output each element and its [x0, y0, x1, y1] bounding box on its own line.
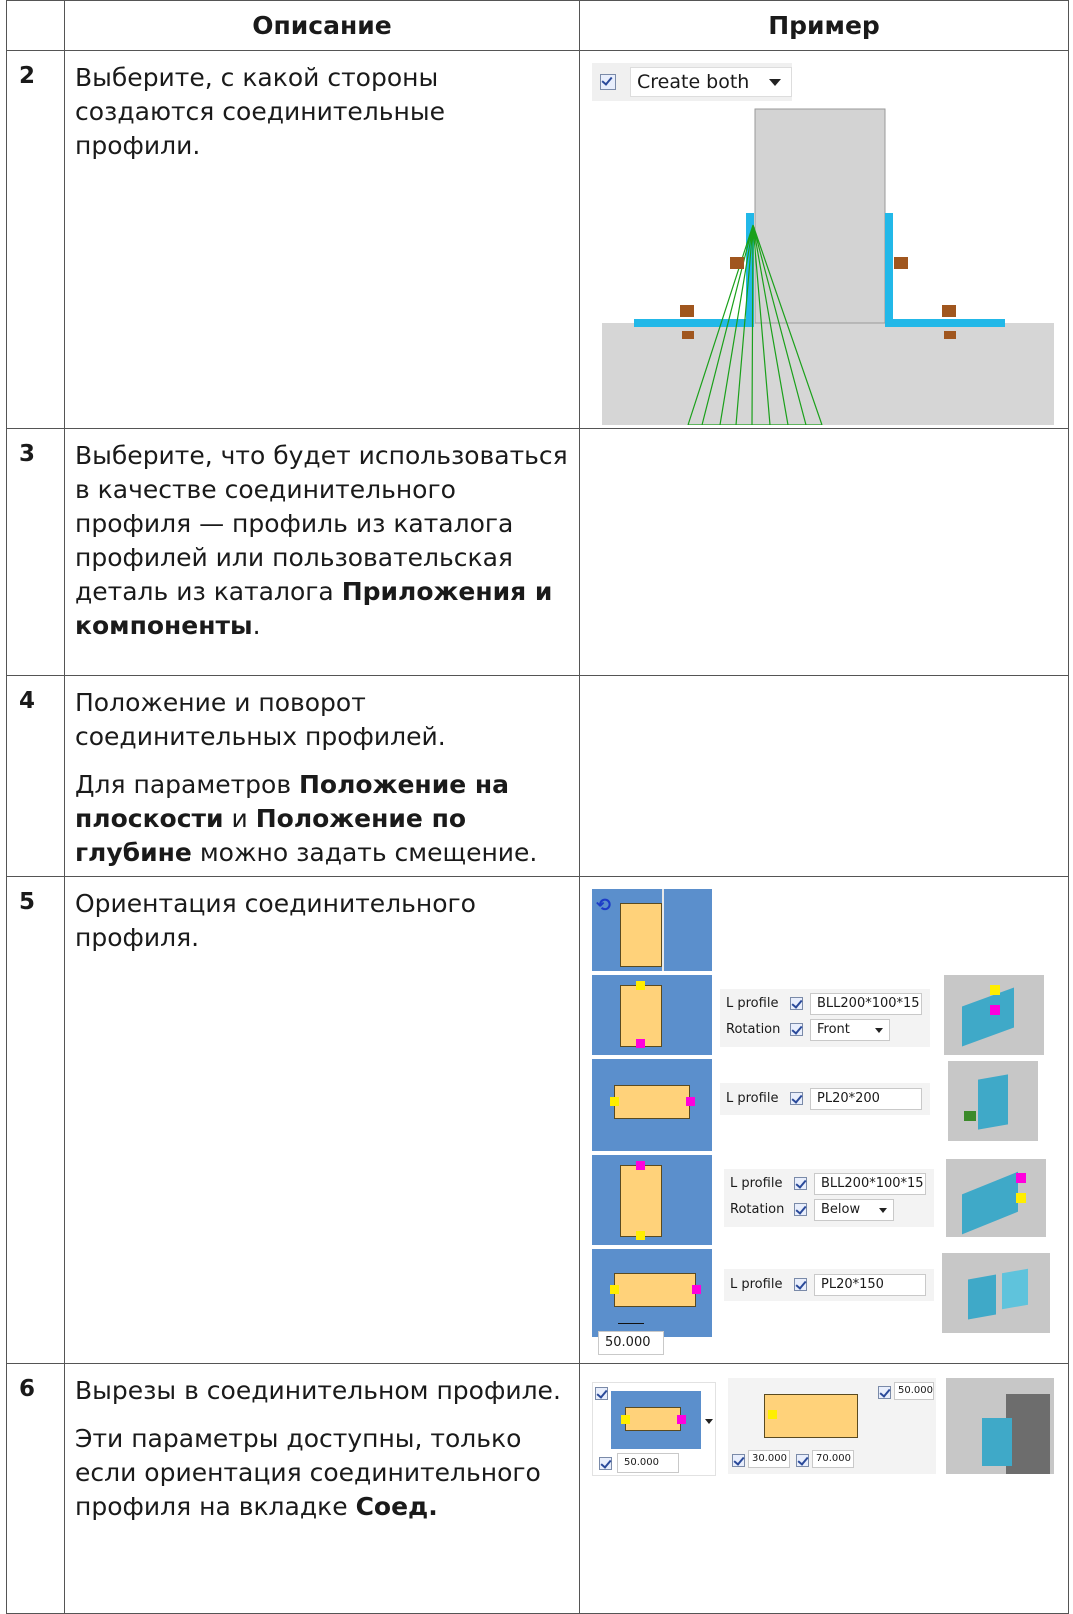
bold-term: Соед.	[355, 1492, 438, 1521]
preview-cut-image	[946, 1378, 1054, 1474]
orientation-option-swap[interactable]: ⟲	[592, 889, 712, 971]
cut-x1-checkbox[interactable]	[732, 1454, 745, 1467]
description-text: Ориентация соединительного профиля.	[75, 889, 476, 952]
create-side-dropdown[interactable]: Create both	[630, 67, 792, 97]
text-segment: и	[223, 804, 256, 833]
row-description: Выберите, что будет использоваться в кач…	[64, 428, 580, 676]
cut-checkbox[interactable]	[595, 1387, 608, 1400]
text-segment: можно задать смещение.	[191, 838, 538, 867]
profile-field[interactable]: BLL200*100*15	[810, 993, 922, 1015]
cut-offset-checkbox[interactable]	[599, 1457, 612, 1470]
cut-height-field[interactable]: 50.000	[894, 1382, 934, 1400]
preview-below-image	[946, 1159, 1046, 1237]
description-text: Положение и поворот соединительных профи…	[75, 688, 446, 751]
option-plate-fields: L profile PL20*200	[720, 1083, 930, 1115]
profile-field[interactable]: BLL200*100*15	[814, 1173, 926, 1195]
profile-checkbox[interactable]	[794, 1177, 807, 1190]
cut-x1-field[interactable]: 30.000	[748, 1450, 790, 1468]
offset-field[interactable]: 50.000	[598, 1331, 664, 1355]
orientation-option-plate[interactable]	[592, 1059, 712, 1151]
cut-dimensions-panel: 50.000 30.000 70.000	[728, 1378, 936, 1474]
chevron-down-icon[interactable]	[705, 1419, 713, 1424]
text-segment: Для параметров	[75, 770, 299, 799]
orientation-option-below[interactable]	[592, 1155, 712, 1245]
example-cell: 50.000 50.000 30.000 70.000	[579, 1363, 1069, 1614]
option-offset-fields: L profile PL20*150	[724, 1269, 934, 1301]
row-description: Положение и поворот соединительных профи…	[64, 675, 580, 877]
preview-plate-image	[948, 1061, 1038, 1141]
cut-height-checkbox[interactable]	[878, 1386, 891, 1399]
cut-option-tile[interactable]	[611, 1391, 701, 1449]
header-example: Пример	[579, 0, 1069, 51]
description-text: Выберите, что будет использоваться в кач…	[75, 439, 569, 643]
dropdown-value: Front	[817, 1022, 850, 1037]
row-number: 5	[6, 876, 65, 1364]
header-num	[6, 0, 65, 51]
text-segment: Эти параметры доступны, только если орие…	[75, 1424, 541, 1521]
connection-side-drawing	[602, 108, 1054, 425]
description-text: Вырезы в соединительном профиле.	[75, 1376, 561, 1405]
option-below-fields: L profile BLL200*100*15 Rotation Below	[724, 1169, 934, 1227]
text-segment: .	[252, 611, 261, 640]
table-header-row: Описание Пример	[6, 0, 1069, 51]
preview-offset-image	[942, 1253, 1050, 1333]
example-cell	[579, 428, 1069, 676]
chevron-down-icon	[879, 1208, 887, 1213]
profile-label: L profile	[730, 1176, 783, 1191]
table-row: 4 Положение и поворот соединительных про…	[6, 675, 1069, 877]
orientation-option-offset[interactable]	[592, 1249, 712, 1337]
profile-checkbox[interactable]	[790, 1092, 803, 1105]
header-description: Описание	[64, 0, 580, 51]
option-front-fields: L profile BLL200*100*15 Rotation Front	[720, 989, 930, 1047]
cut-offset-field[interactable]: 50.000	[617, 1453, 679, 1473]
chevron-down-icon	[875, 1028, 883, 1033]
profile-field[interactable]: PL20*150	[814, 1274, 926, 1296]
example-cell: ⟲ L profile BLL200*100*15 Rotation Front	[579, 876, 1069, 1364]
table-row: 5 Ориентация соединительного профиля. ⟲ …	[6, 876, 1069, 1364]
profile-checkbox[interactable]	[794, 1278, 807, 1291]
rotation-label: Rotation	[726, 1022, 781, 1037]
parameters-table: Описание Пример 2 Выберите, с какой стор…	[6, 0, 1069, 1614]
cut-x2-field[interactable]: 70.000	[812, 1450, 854, 1468]
table-row: 2 Выберите, с какой стороны создаются со…	[6, 50, 1069, 429]
orientation-option-front[interactable]	[592, 975, 712, 1055]
row-number: 6	[6, 1363, 65, 1614]
cut-toggle-panel: 50.000	[592, 1382, 716, 1476]
rotation-dropdown[interactable]: Front	[810, 1019, 890, 1041]
example-cell	[579, 675, 1069, 877]
preview-front-image	[944, 975, 1044, 1055]
row-description: Ориентация соединительного профиля.	[64, 876, 580, 1364]
profile-checkbox[interactable]	[790, 997, 803, 1010]
profile-label: L profile	[726, 1091, 779, 1106]
description-text: Эти параметры доступны, только если орие…	[75, 1422, 569, 1524]
row-description: Вырезы в соединительном профиле. Эти пар…	[64, 1363, 580, 1614]
example-cell: Create both	[579, 50, 1069, 429]
row-number: 2	[6, 50, 65, 429]
rotation-label: Rotation	[730, 1202, 785, 1217]
create-side-checkbox[interactable]	[600, 74, 616, 90]
profile-field[interactable]: PL20*200	[810, 1088, 922, 1110]
row-number: 3	[6, 428, 65, 676]
description-text: Для параметров Положение на плоскости и …	[75, 768, 569, 870]
chevron-down-icon	[769, 79, 781, 86]
row-number: 4	[6, 675, 65, 877]
swap-icon: ⟲	[596, 895, 612, 916]
cut-x2-checkbox[interactable]	[796, 1454, 809, 1467]
profile-label: L profile	[726, 996, 779, 1011]
rotation-dropdown[interactable]: Below	[814, 1199, 894, 1221]
profile-label: L profile	[730, 1277, 783, 1292]
rotation-checkbox[interactable]	[794, 1203, 807, 1216]
table-row: 3 Выберите, что будет использоваться в к…	[6, 428, 1069, 676]
dropdown-value: Create both	[637, 71, 750, 93]
table-row: 6 Вырезы в соединительном профиле. Эти п…	[6, 1363, 1069, 1614]
dropdown-value: Below	[821, 1202, 861, 1217]
description-text: Выберите, с какой стороны создаются соед…	[75, 63, 445, 160]
row-description: Выберите, с какой стороны создаются соед…	[64, 50, 580, 429]
rotation-checkbox[interactable]	[790, 1023, 803, 1036]
